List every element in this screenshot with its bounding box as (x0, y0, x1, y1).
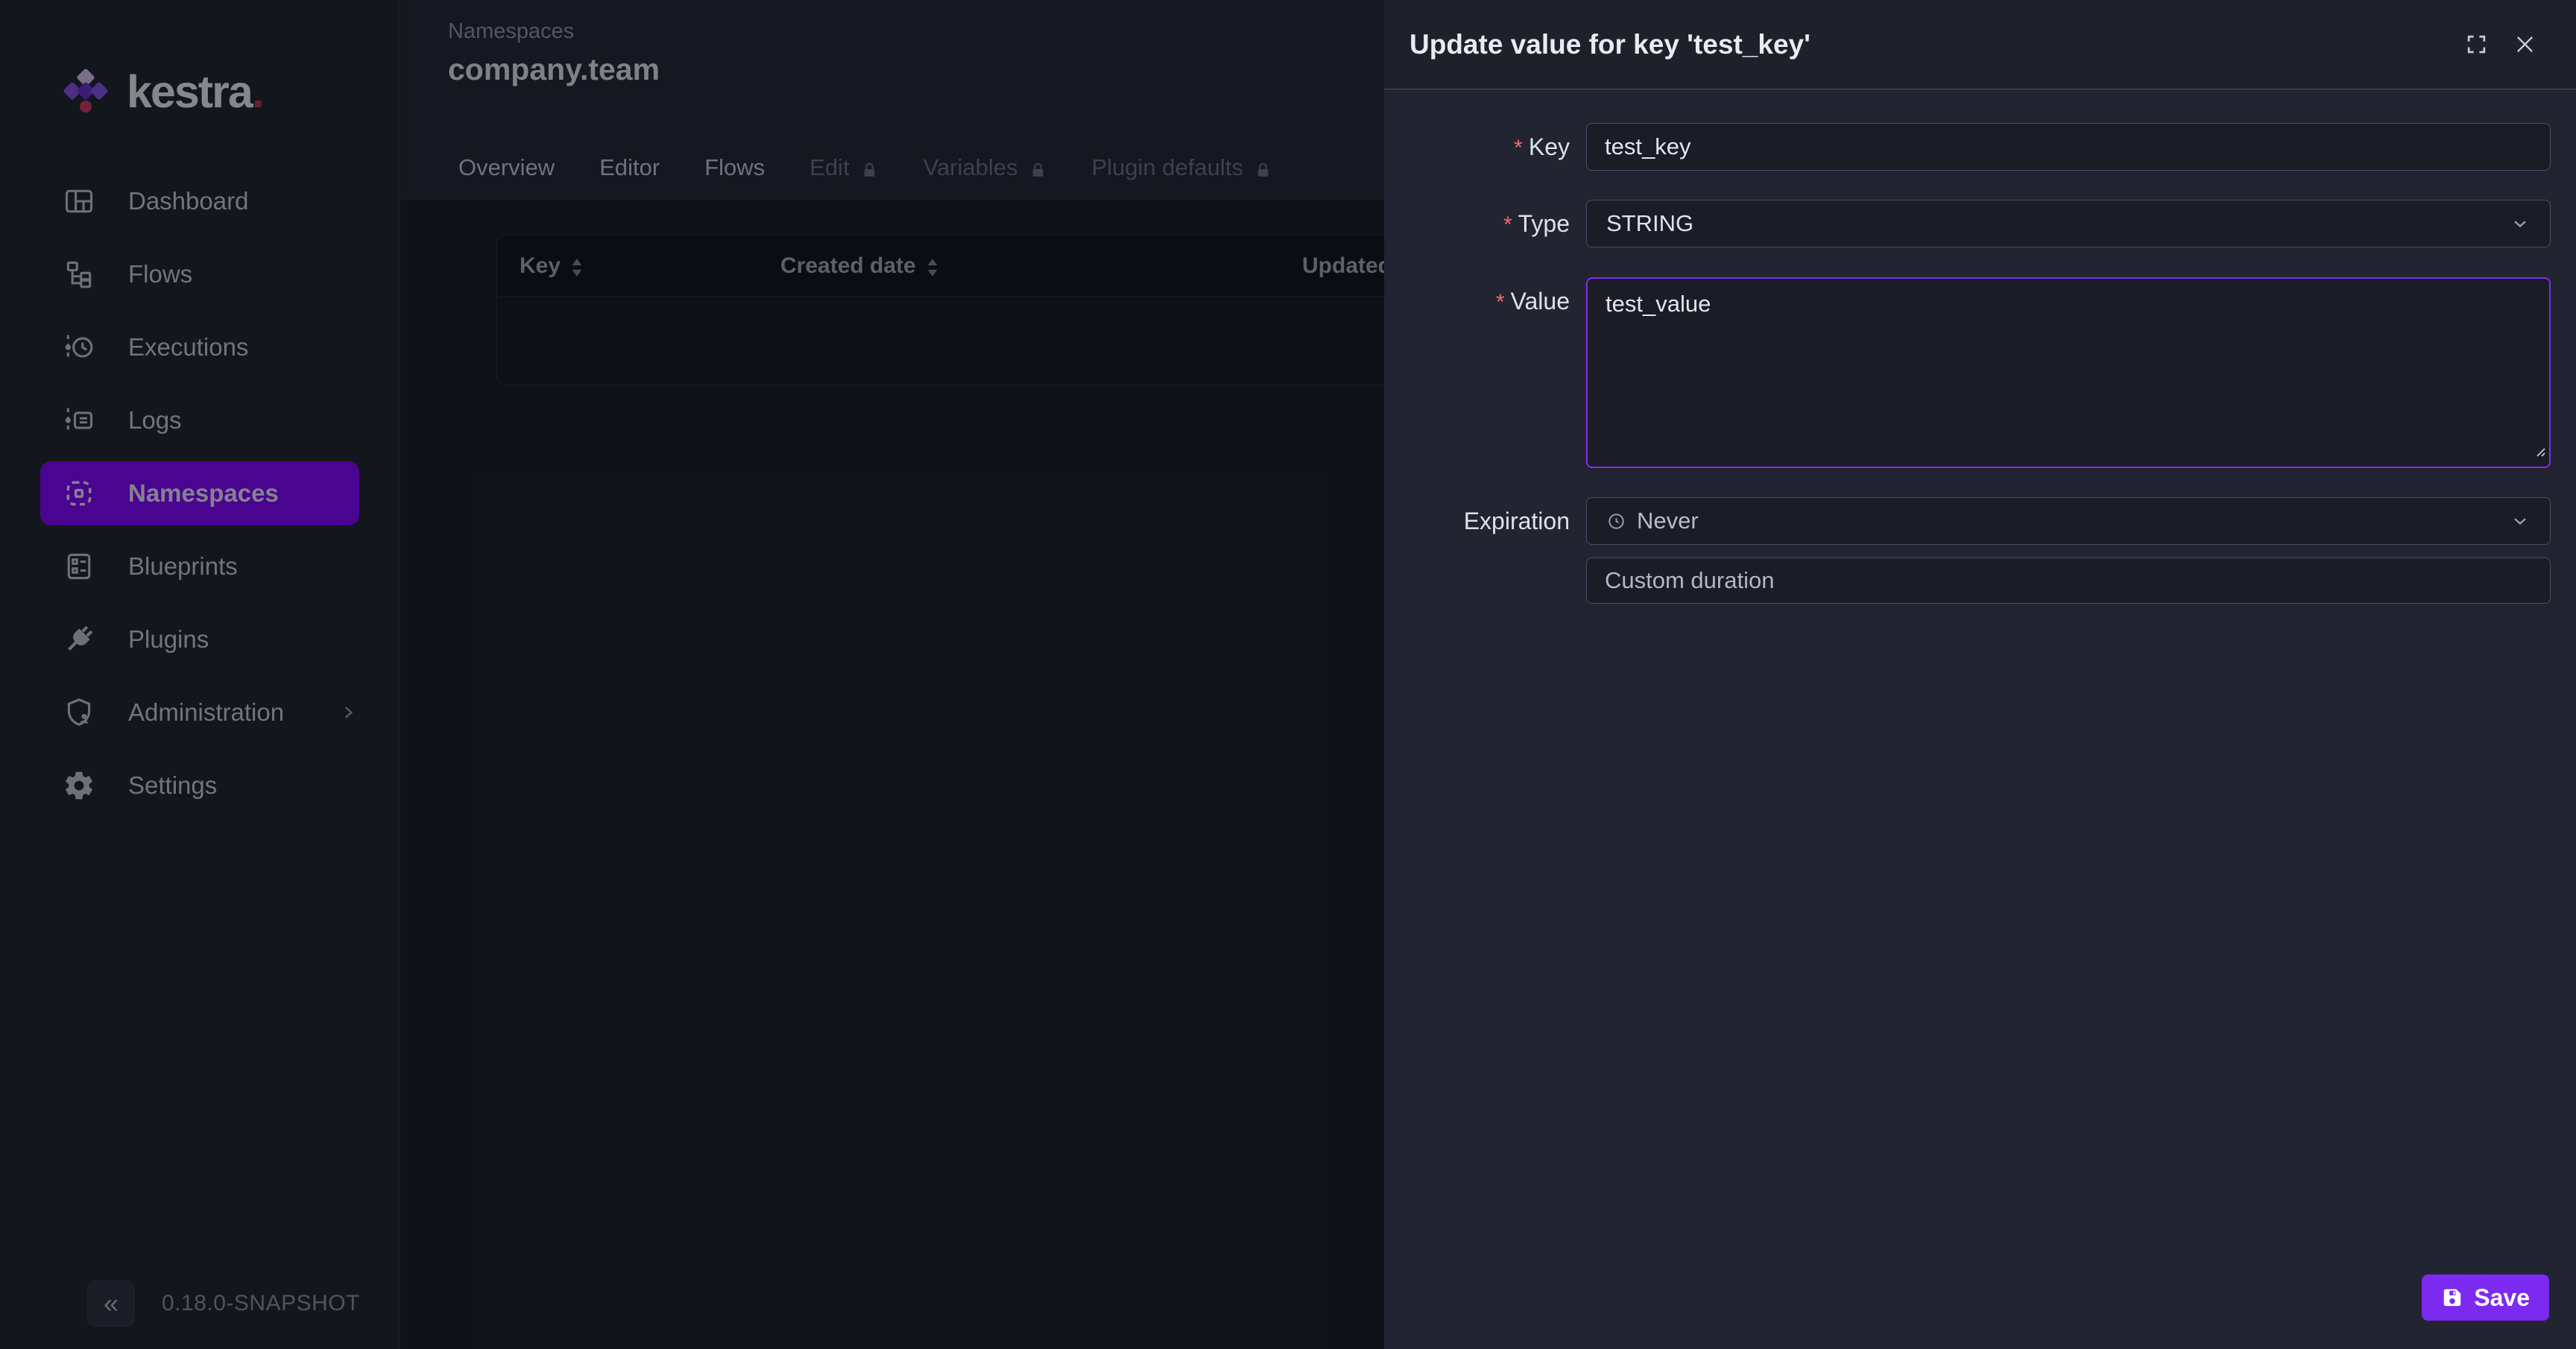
type-select[interactable]: STRING (1586, 200, 2551, 247)
type-select-value: STRING (1606, 210, 1693, 237)
key-input[interactable] (1586, 123, 2551, 171)
expiration-label: Expiration (1384, 497, 1586, 545)
required-marker: * (1514, 136, 1523, 160)
kestra-app: kestra. Dashboard (0, 0, 2576, 1349)
save-label: Save (2474, 1284, 2530, 1312)
drawer-actions (2465, 32, 2537, 57)
update-kv-drawer: Update value for key 'test_key' *Key (1384, 0, 2576, 1349)
save-button[interactable]: Save (2422, 1274, 2549, 1321)
required-marker: * (1503, 212, 1512, 237)
form-row-custom-duration (1384, 557, 2551, 604)
chevron-down-icon (2510, 213, 2531, 234)
resize-handle[interactable] (2531, 437, 2547, 464)
key-label: *Key (1384, 123, 1586, 172)
modal-backdrop[interactable] (0, 0, 1384, 1349)
value-text: test_value (1606, 291, 1711, 317)
form-row-expiration: Expiration Never (1384, 497, 2551, 545)
form-row-key: *Key (1384, 123, 2551, 172)
kv-form: *Key *Type STRING *Value (1384, 89, 2576, 604)
custom-duration-input[interactable] (1586, 557, 2551, 604)
drawer-header: Update value for key 'test_key' (1384, 0, 2576, 89)
clock-icon (1606, 511, 1626, 531)
close-icon[interactable] (2513, 32, 2537, 57)
fullscreen-icon[interactable] (2465, 33, 2488, 56)
chevron-down-icon (2510, 511, 2531, 531)
value-label: *Value (1384, 277, 1586, 468)
expiration-select-value: Never (1637, 508, 1699, 534)
custom-duration-spacer (1384, 557, 1586, 604)
type-label: *Type (1384, 200, 1586, 249)
value-textarea[interactable]: test_value (1586, 277, 2551, 468)
save-icon (2441, 1286, 2463, 1309)
required-marker: * (1496, 290, 1505, 315)
form-row-type: *Type STRING (1384, 200, 2551, 249)
expiration-select[interactable]: Never (1586, 497, 2551, 545)
form-row-value: *Value test_value (1384, 277, 2551, 468)
drawer-title: Update value for key 'test_key' (1409, 29, 1811, 60)
